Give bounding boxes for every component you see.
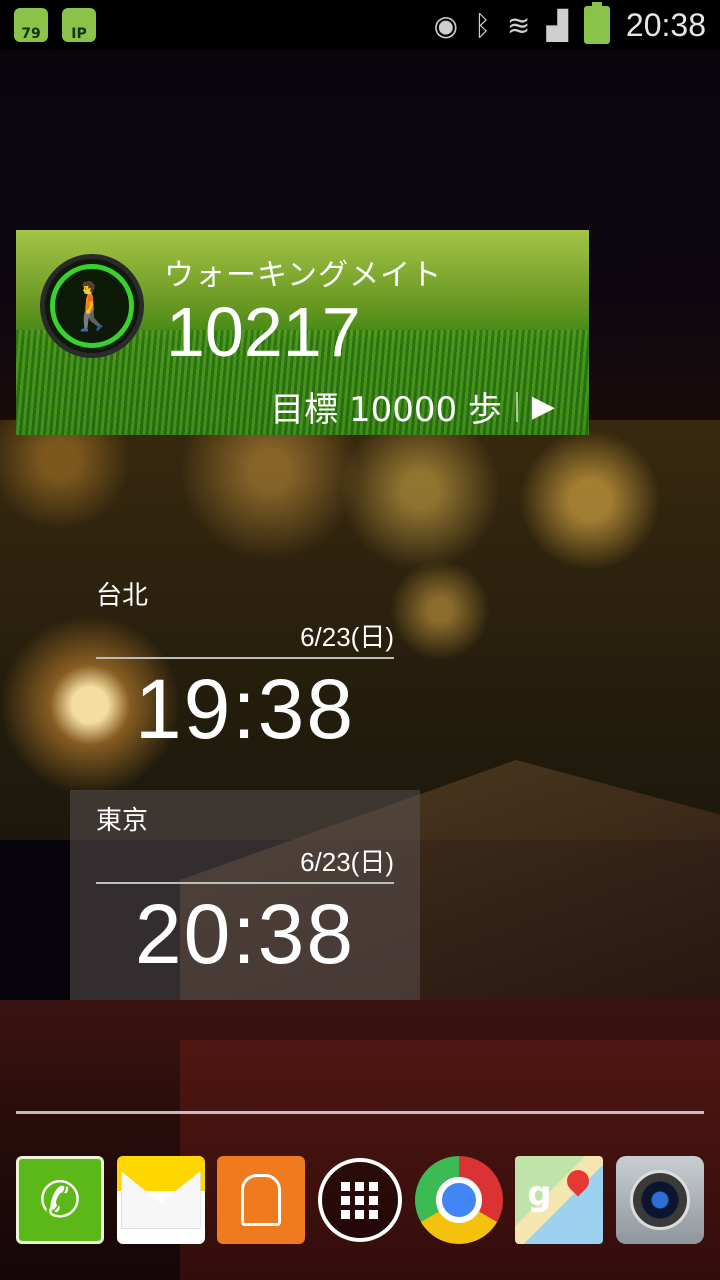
android-badge-count: 79: [21, 26, 41, 42]
dock-divider: [16, 1111, 704, 1114]
walking-logo-icon: 🚶: [40, 254, 144, 358]
envelope-icon[interactable]: [116, 1156, 205, 1244]
android-badge-icon: 79: [14, 8, 48, 42]
goal-separator: [515, 391, 518, 422]
app-grid-icon[interactable]: [317, 1158, 402, 1242]
step-count: 10217: [166, 293, 361, 371]
status-indicators: ◉ ᛒ ≋ ▟ 20:38: [433, 2, 720, 44]
clock-widget-tokyo[interactable]: 東京 6/23(日) 20:38: [70, 790, 420, 1000]
bluetooth-icon: ᛒ: [474, 8, 491, 42]
person-icon[interactable]: [217, 1156, 306, 1244]
status-bar[interactable]: 79 IP ◉ ᛒ ≋ ▟ 20:38: [0, 0, 720, 50]
eye-icon: ◉: [433, 8, 459, 42]
clock-widget-taipei[interactable]: 台北 6/23(日) 19:38: [70, 565, 420, 775]
walking-mate-widget[interactable]: 🚶 ウォーキングメイト 10217 目標 10000 歩 ▶: [16, 230, 589, 435]
clock-date: 6/23(日): [300, 847, 394, 877]
walking-widget-title: ウォーキングメイト: [164, 258, 443, 293]
clock-divider: [96, 882, 394, 884]
signal-icon: ▟: [546, 8, 568, 42]
clock-divider: [96, 657, 394, 659]
step-goal-label: 目標 10000 歩: [270, 390, 502, 430]
clock-city: 東京: [96, 806, 149, 836]
phone-icon[interactable]: ✆: [16, 1156, 104, 1244]
clock-date: 6/23(日): [300, 622, 394, 652]
maps-icon[interactable]: g: [515, 1156, 604, 1244]
clock-time: 19:38: [134, 662, 356, 756]
clock-city: 台北: [96, 581, 149, 611]
status-clock: 20:38: [625, 6, 706, 43]
dock: ✆ g: [16, 1150, 704, 1250]
camera-icon[interactable]: [615, 1156, 704, 1244]
clock-time: 20:38: [134, 887, 356, 981]
phone-ip-icon: IP: [62, 8, 96, 42]
phone-ip-label: IP: [71, 26, 87, 42]
walker-icon: 🚶: [50, 264, 134, 348]
notification-icons: 79 IP: [0, 8, 96, 42]
play-arrow-icon[interactable]: ▶: [532, 389, 555, 424]
step-goal-row[interactable]: 目標 10000 歩 ▶: [270, 382, 555, 431]
battery-icon: [583, 2, 610, 44]
wifi-icon: ≋: [506, 8, 531, 42]
chrome-icon[interactable]: [414, 1156, 503, 1244]
